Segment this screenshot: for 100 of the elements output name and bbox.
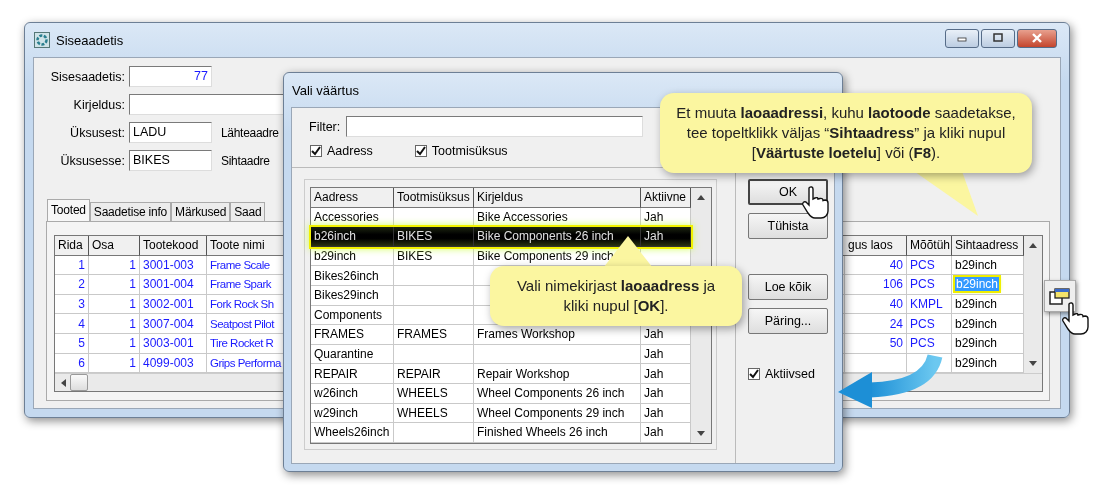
close-button[interactable] [1017,28,1057,48]
tab[interactable]: Märkused [171,202,231,221]
table-cell: 1 [89,275,140,295]
table-cell: Jah [644,366,664,381]
checkbox-label: Aadress [327,144,373,158]
list-row[interactable]: REPAIR REPAIR Repair Workshop Jah [311,364,691,384]
tab[interactable]: Saad [230,202,266,221]
maximize-button[interactable] [981,28,1015,48]
table-cell: Bike Components 26 inch [477,229,614,244]
list-row[interactable]: Wheels26inch Finished Wheels 26 inch Jah [311,423,691,443]
minimize-icon [956,34,968,42]
table-cell: Jah [644,327,664,342]
table-cell: 3001-004 [140,275,207,295]
checkbox[interactable] [310,145,322,157]
filter-field[interactable] [346,116,644,137]
table-cell: 1 [89,314,140,334]
dialog-button[interactable]: Tühista [748,213,828,239]
table-cell: WHEELS [397,386,448,401]
scroll-up-icon[interactable] [1029,243,1037,248]
table-cell: PCS [907,255,952,276]
table-cell: 1 [89,255,140,276]
list-row[interactable]: w29inch WHEELS Wheel Components 29 inch Jah [311,403,691,424]
scroll-left-icon[interactable] [61,378,66,387]
input-field[interactable]: 77 [129,66,212,87]
table-cell: 3003-001 [140,333,207,354]
list-row[interactable]: Quarantine Jah [311,344,691,365]
list-row[interactable]: w26inch WHEELS Wheel Components 26 inch Jah [311,383,691,404]
field-label: Sihtaadre [221,153,270,168]
table-cell: PCS [907,333,952,354]
table-cell[interactable]: b29inch [955,257,998,272]
input-field[interactable]: BIKES [129,150,212,171]
table-cell: 50 [845,333,907,354]
table-cell: Accessories [314,209,379,224]
dialog-title: Vali väärtus [292,82,359,98]
table-cell: 3007-004 [140,314,207,334]
table-cell: 1 [55,255,89,276]
table-cell[interactable]: b29inch [955,297,998,312]
table-cell: Jah [644,347,664,362]
filter-label: Filter: [309,119,341,134]
column-header[interactable]: Osa [89,236,140,256]
field-label: Lähteaadre [221,125,279,140]
table-cell[interactable]: b29inch [955,355,998,370]
table-cell: Jah [644,229,664,244]
tab[interactable]: Saadetise info [89,202,172,221]
field-label: Üksusest: [69,125,126,140]
dialog-button[interactable]: Loe kõik [748,274,828,300]
scroll-up-icon[interactable] [697,195,705,200]
table-cell: w26inch [314,386,359,401]
table-cell: 2 [55,275,89,295]
tab[interactable]: Tooted [47,199,90,221]
table-cell: Wheels26inch [314,425,390,440]
table-cell: b26inch [314,229,357,244]
table-cell: Jah [644,386,664,401]
table-cell: Jah [644,209,664,224]
table-cell: Jah [644,425,664,440]
table-cell: 40 [845,255,907,276]
field-label: Üksusesse: [59,153,126,168]
minimize-button[interactable] [945,28,979,48]
scroll-down-icon[interactable] [1029,361,1037,367]
column-header[interactable]: Tootekood [140,236,207,256]
column-header[interactable]: Aadress [311,188,394,208]
input-field[interactable]: LADU [129,122,212,143]
maximize-icon [992,33,1004,43]
column-header[interactable]: Kirjeldus [474,188,641,208]
table-cell[interactable]: b29inch [955,316,998,331]
column-header[interactable]: gus laos [845,236,907,256]
table-cell: Frames Workshop [477,327,575,342]
scroll-down-icon[interactable] [697,430,705,436]
table-cell: 1 [89,294,140,315]
checkbox[interactable] [414,145,427,157]
table-cell: 4 [55,314,89,334]
table-cell: Wheel Components 26 inch [477,386,625,401]
table-cell: WHEELS [397,405,448,420]
dialog-button[interactable]: Päring... [748,308,828,334]
list-row[interactable]: b26inch BIKES Bike Components 26 inch Jah [311,227,691,247]
windows-icon [1049,286,1071,306]
checkbox-label: Tootmisüksus [431,144,508,158]
column-header[interactable]: Rida [55,236,89,256]
column-header[interactable]: Aktiivne [641,188,691,208]
table-cell: 24 [845,314,907,334]
scroll-thumb[interactable] [70,374,88,392]
column-header[interactable]: Sihtaadress [952,236,1024,256]
column-header[interactable]: Mõõtüh [907,236,952,256]
table-cell: 3 [55,294,89,315]
table-cell: Wheel Components 29 inch [477,405,625,420]
table-cell: BIKES [397,229,433,244]
table-cell: 1 [89,333,140,354]
table-cell: Jah [644,405,664,420]
dialog-button[interactable]: OK [748,179,828,205]
checkbox-label: Aktiivsed [765,367,816,381]
field-label: Kirjeldus: [72,97,126,112]
table-cell[interactable]: b29inch [955,336,998,351]
values-list-button[interactable] [1044,280,1076,312]
table-cell: 5 [55,333,89,354]
checkbox[interactable] [748,368,760,380]
table-cell: Repair Workshop [477,366,570,381]
column-header[interactable]: Tootmisüksus [394,188,474,208]
vertical-scrollbar[interactable] [1024,236,1042,374]
table-cell: 40 [845,294,907,315]
table-cell: 3001-003 [140,255,207,276]
